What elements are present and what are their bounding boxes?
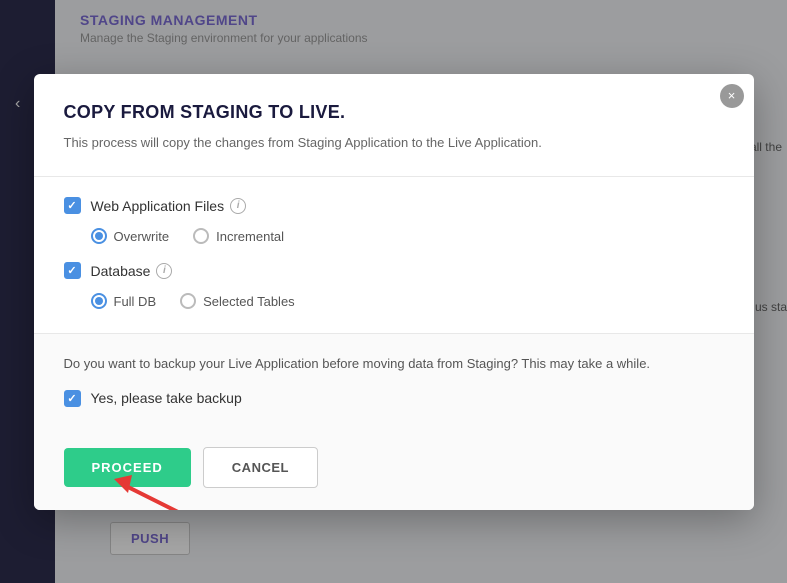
backup-description: Do you want to backup your Live Applicat… (64, 354, 724, 374)
web-app-files-info-icon[interactable]: i (230, 198, 246, 214)
cancel-button[interactable]: CANCEL (203, 447, 318, 488)
selected-tables-radio[interactable]: Selected Tables (180, 293, 295, 309)
full-db-radio-dot (95, 297, 103, 305)
backup-label: Yes, please take backup (91, 390, 242, 406)
modal-description: This process will copy the changes from … (64, 133, 724, 153)
incremental-radio[interactable]: Incremental (193, 228, 284, 244)
overwrite-label: Overwrite (114, 229, 170, 244)
close-icon: × (728, 88, 736, 103)
overwrite-radio-dot (95, 232, 103, 240)
overwrite-radio-button[interactable] (91, 228, 107, 244)
selected-tables-label: Selected Tables (203, 294, 295, 309)
modal-title: COPY FROM STAGING TO LIVE. (64, 102, 724, 123)
database-checkbox[interactable]: ✓ (64, 262, 81, 279)
database-options: Full DB Selected Tables (91, 293, 724, 309)
db-checkmark-icon: ✓ (67, 264, 76, 277)
database-row: ✓ Database i (64, 262, 724, 279)
backup-checkbox-row: ✓ Yes, please take backup (64, 390, 724, 407)
web-app-files-label: Web Application Files (91, 198, 225, 214)
incremental-label: Incremental (216, 229, 284, 244)
modal-dialog: × COPY FROM STAGING TO LIVE. This proces… (34, 74, 754, 510)
backup-checkmark-icon: ✓ (67, 392, 76, 405)
overwrite-radio[interactable]: Overwrite (91, 228, 170, 244)
backup-checkbox[interactable]: ✓ (64, 390, 81, 407)
options-section: ✓ Web Application Files i Overwrite Incr… (34, 177, 754, 334)
web-app-files-row: ✓ Web Application Files i (64, 197, 724, 214)
web-app-files-options: Overwrite Incremental (91, 228, 724, 244)
red-arrow-icon (94, 465, 194, 510)
buttons-section: PROCEED CANCEL (34, 431, 754, 510)
full-db-radio[interactable]: Full DB (91, 293, 157, 309)
full-db-radio-button[interactable] (91, 293, 107, 309)
database-label: Database (91, 263, 151, 279)
incremental-radio-button[interactable] (193, 228, 209, 244)
checkmark-icon: ✓ (67, 199, 76, 212)
modal-overlay: × COPY FROM STAGING TO LIVE. This proces… (0, 0, 787, 583)
backup-section: Do you want to backup your Live Applicat… (34, 334, 754, 431)
web-app-files-checkbox[interactable]: ✓ (64, 197, 81, 214)
modal-close-button[interactable]: × (720, 84, 744, 108)
full-db-label: Full DB (114, 294, 157, 309)
selected-tables-radio-button[interactable] (180, 293, 196, 309)
modal-header: COPY FROM STAGING TO LIVE. This process … (34, 74, 754, 178)
database-info-icon[interactable]: i (156, 263, 172, 279)
